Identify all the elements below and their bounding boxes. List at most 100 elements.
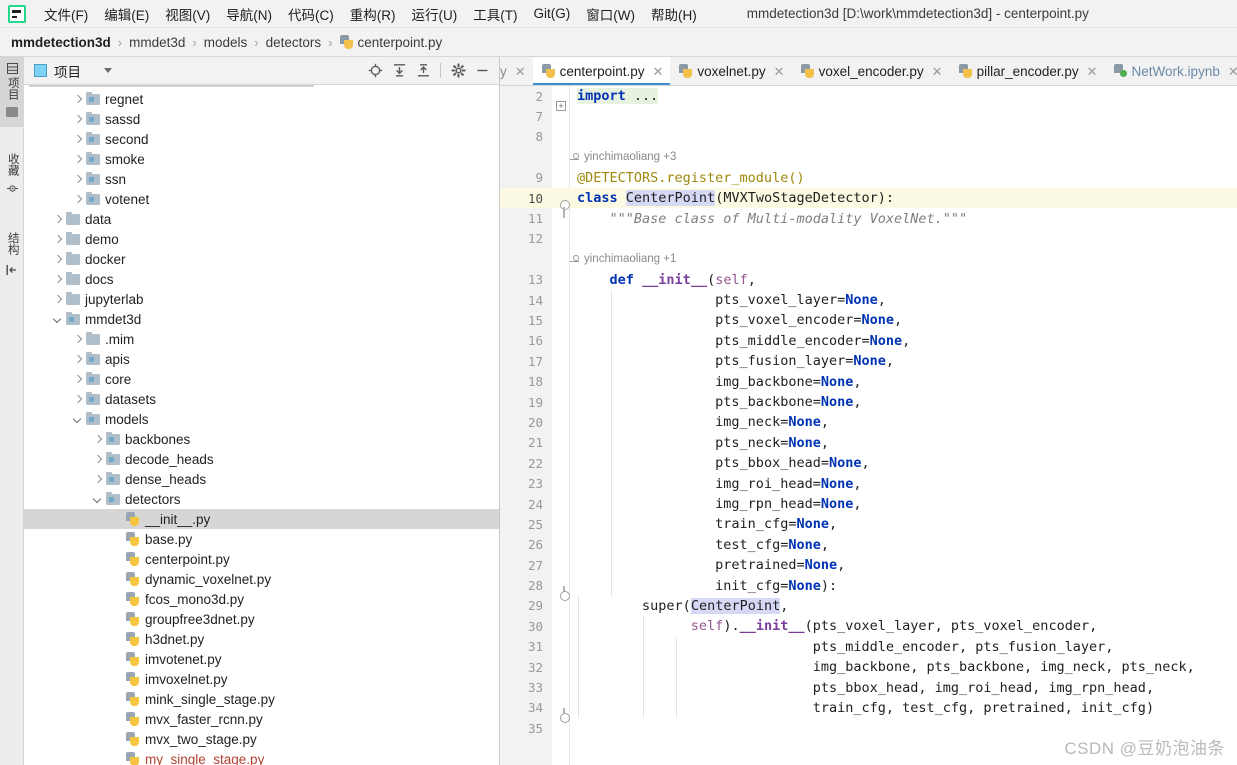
editor-line[interactable]: 2 + import ... [500,86,1237,112]
editor-line[interactable]: 7 [500,106,1237,126]
chevron-right-icon[interactable] [72,334,83,345]
tree-item[interactable]: mink_single_stage.py [24,689,499,709]
editor-line[interactable]: 22 pts_bbox_head=None, [500,453,1237,474]
line-number[interactable]: 25 [500,517,552,532]
menu-item-view[interactable]: 视图(V) [157,1,218,27]
breadcrumb-item-models[interactable]: models [204,35,248,50]
tool-window-tab-project[interactable]: 项目 [0,57,24,127]
chevron-down-icon[interactable] [92,494,103,505]
editor-line[interactable]: 30 self).__init__(pts_voxel_layer, pts_v… [500,616,1237,637]
chevron-right-icon[interactable] [52,234,63,245]
breadcrumb-item-project[interactable]: mmdetection3d [11,35,111,50]
editor-line[interactable]: 16 pts_middle_encoder=None, [500,330,1237,352]
tree-item[interactable]: backbones [24,429,499,449]
tree-item[interactable]: imvoxelnet.py [24,669,499,689]
editor-tab-pillar-encoder[interactable]: pillar_encoder.py ✕ [950,57,1105,85]
line-code[interactable]: img_rpn_head=None, [570,496,861,512]
menu-item-edit[interactable]: 编辑(E) [96,1,157,27]
tree-item[interactable]: mvx_two_stage.py [24,729,499,749]
tool-window-tab-bookmarks[interactable]: 收藏 [0,147,24,204]
tree-item[interactable]: regnet [24,89,499,109]
line-code[interactable]: @DETECTORS.register_module() [570,170,805,186]
chevron-right-icon[interactable] [52,214,63,225]
tree-item[interactable]: docs [24,269,499,289]
tree-item[interactable]: ssn [24,169,499,189]
tree-item[interactable]: detectors [24,489,499,509]
line-number[interactable]: 33 [500,680,552,695]
line-number[interactable]: 9 [500,170,552,185]
chevron-right-icon[interactable] [92,474,103,485]
menu-item-navigate[interactable]: 导航(N) [218,1,280,27]
editor-line[interactable]: 8 [500,127,1237,147]
line-number[interactable]: 23 [500,476,552,491]
editor-line[interactable]: 27 pretrained=None, [500,554,1237,576]
chevron-down-icon[interactable] [72,414,83,425]
editor-line[interactable]: 26 test_cfg=None, [500,534,1237,555]
tree-item[interactable]: decode_heads [24,449,499,469]
tree-item[interactable]: mmdet3d [24,309,499,329]
line-code[interactable]: train_cfg, test_cfg, pretrained, init_cf… [570,700,1154,716]
close-icon[interactable]: ✕ [774,65,785,78]
tree-item[interactable]: imvotenet.py [24,649,499,669]
line-code[interactable]: pts_bbox_head=None, [570,455,869,471]
line-number[interactable]: 26 [500,537,552,552]
chevron-right-icon[interactable] [72,394,83,405]
tree-item[interactable]: jupyterlab [24,289,499,309]
line-number[interactable]: 28 [500,578,552,593]
editor-line[interactable]: 28 init_cfg=None): [500,575,1237,601]
chevron-right-icon[interactable] [52,274,63,285]
tree-item[interactable]: demo [24,229,499,249]
breadcrumb-item-mmdet3d[interactable]: mmdet3d [129,35,185,50]
editor-line[interactable]: 23 img_roi_head=None, [500,473,1237,494]
menu-item-help[interactable]: 帮助(H) [643,1,705,27]
breadcrumb-item-detectors[interactable]: detectors [266,35,322,50]
editor-tab-centerpoint[interactable]: centerpoint.py ✕ [532,57,671,85]
line-code[interactable]: pts_bbox_head, img_roi_head, img_rpn_hea… [570,680,1154,696]
collapse-all-icon[interactable] [412,60,434,82]
tree-item[interactable]: groupfree3dnet.py [24,609,499,629]
chevron-right-icon[interactable] [72,354,83,365]
close-icon[interactable]: ✕ [652,65,663,78]
editor-line[interactable]: 18 img_backbone=None, [500,371,1237,392]
vcs-annotation[interactable]: yinchimaoliang +1 [500,249,1237,269]
menu-item-code[interactable]: 代码(C) [280,1,342,27]
editor-line[interactable]: 9 @DETECTORS.register_module() [500,168,1237,188]
close-icon[interactable]: ✕ [1087,65,1098,78]
vcs-annotation[interactable]: yinchimaoliang +3 [500,147,1237,167]
close-icon[interactable]: ✕ [515,65,526,78]
tree-item[interactable]: __init__.py [24,509,499,529]
line-code[interactable]: pts_middle_encoder=None, [570,333,910,349]
menu-item-refactor[interactable]: 重构(R) [342,1,404,27]
tree-item[interactable]: fcos_mono3d.py [24,589,499,609]
tree-item[interactable]: second [24,129,499,149]
expand-all-icon[interactable] [388,60,410,82]
line-number[interactable]: 32 [500,660,552,675]
locate-icon[interactable] [364,60,386,82]
editor-line[interactable]: 17 pts_fusion_layer=None, [500,351,1237,372]
line-code[interactable]: pts_neck=None, [570,435,829,451]
line-number[interactable]: 16 [500,333,552,348]
line-number[interactable]: 30 [500,619,552,634]
line-code[interactable]: img_backbone, pts_backbone, img_neck, pt… [570,659,1195,675]
tree-item[interactable]: centerpoint.py [24,549,499,569]
line-number[interactable]: 10 [500,191,552,206]
chevron-right-icon[interactable] [92,454,103,465]
line-number[interactable]: 14 [500,293,552,308]
tree-item[interactable]: datasets [24,389,499,409]
editor-tab-voxelnet[interactable]: voxelnet.py ✕ [670,57,791,85]
menu-item-tools[interactable]: 工具(T) [465,1,525,27]
editor-line[interactable]: 25 train_cfg=None, [500,514,1237,535]
chevron-right-icon[interactable] [72,94,83,105]
tree-item[interactable]: my_single_stage.py [24,749,499,765]
editor-line[interactable]: 32 img_backbone, pts_backbone, img_neck,… [500,656,1237,678]
line-code[interactable]: def __init__(self, [570,272,756,288]
line-code[interactable]: """Base class of Multi-modality VoxelNet… [570,211,968,227]
line-number[interactable]: 19 [500,395,552,410]
breadcrumb-item-file[interactable]: centerpoint.py [339,35,442,50]
editor-line[interactable]: 24 img_rpn_head=None, [500,493,1237,515]
chevron-down-icon[interactable] [104,68,112,73]
minimize-icon[interactable] [471,60,493,82]
line-number[interactable]: 21 [500,435,552,450]
line-code[interactable]: class CenterPoint(MVXTwoStageDetector): [570,190,894,207]
line-number[interactable]: 22 [500,456,552,471]
